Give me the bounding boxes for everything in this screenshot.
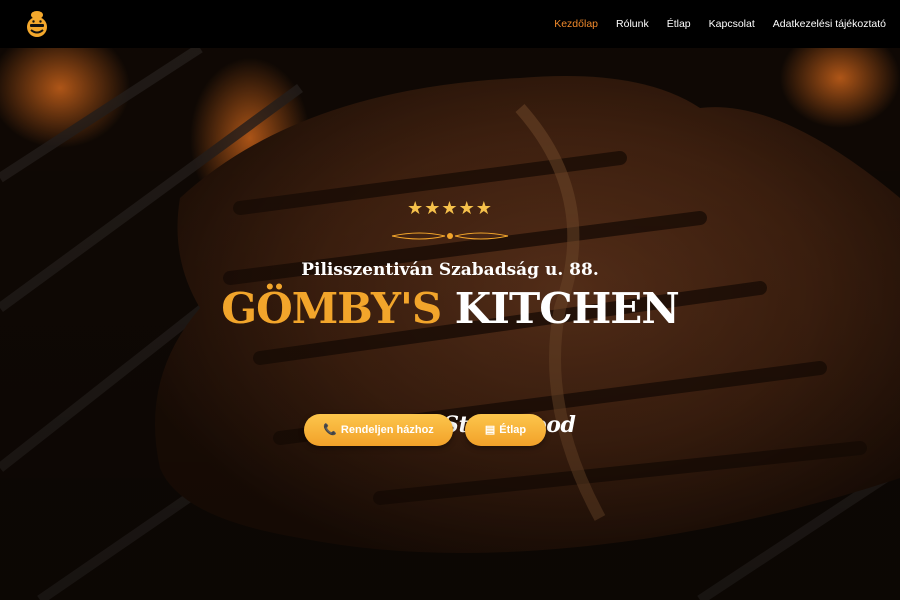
menu-button[interactable]: ▤ Étlap — [465, 414, 546, 446]
nav-link-contact[interactable]: Kapcsolat — [709, 18, 755, 30]
menu-book-icon: ▤ — [484, 423, 496, 436]
phone-icon: 📞 — [323, 423, 337, 436]
chef-burger-logo-icon[interactable] — [24, 9, 50, 39]
order-delivery-button[interactable]: 📞 Rendeljen házhoz — [304, 414, 453, 446]
nav-link-about[interactable]: Rólunk — [616, 18, 649, 30]
menu-button-label: Étlap — [499, 424, 527, 436]
restaurant-address: Pilisszentiván Szabadság u. 88. — [301, 260, 599, 280]
title-brand-suffix: KITCHEN — [454, 284, 680, 333]
nav-link-privacy[interactable]: Adatkezelési tájékoztató — [773, 18, 886, 30]
ornament-divider-icon — [391, 232, 509, 240]
hero-buttons: 📞 Rendeljen házhoz ▤ Étlap — [304, 414, 546, 446]
nav-link-menu[interactable]: Étlap — [667, 18, 691, 30]
order-delivery-label: Rendeljen házhoz — [340, 424, 434, 436]
navbar: Kezdőlap Rólunk Étlap Kapcsolat Adatkeze… — [0, 0, 900, 48]
hero-section: ★★★★★ Pilisszentiván Szabadság u. 88. GÖ… — [0, 48, 900, 600]
rating-stars: ★★★★★ — [407, 198, 493, 219]
page-title: GÖMBY'S KITCHEN — [0, 284, 900, 334]
hero-content: ★★★★★ Pilisszentiván Szabadság u. 88. GÖ… — [0, 48, 900, 600]
nav-link-home[interactable]: Kezdőlap — [554, 18, 598, 30]
title-brand-name: GÖMBY'S — [221, 284, 442, 333]
main-nav: Kezdőlap Rólunk Étlap Kapcsolat Adatkeze… — [554, 18, 886, 30]
